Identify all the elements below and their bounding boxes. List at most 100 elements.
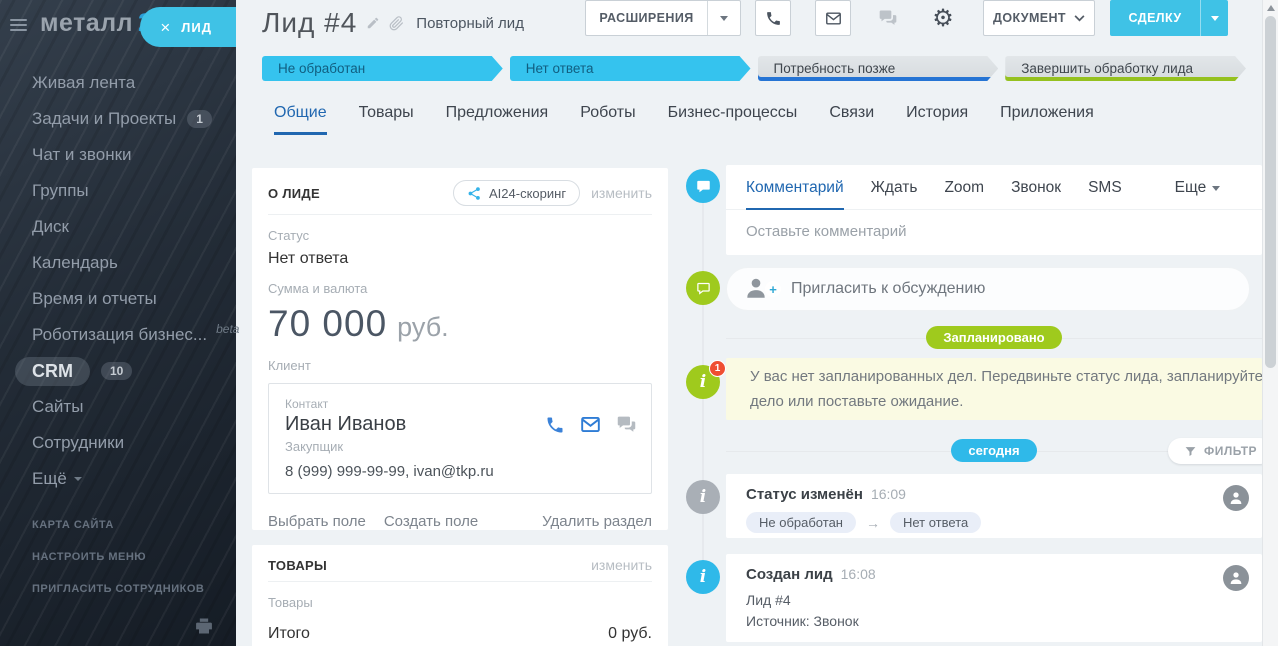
detail-tabs: Общие Товары Предложения Роботы Бизнес-п… xyxy=(274,104,1094,135)
scroll-up-arrow[interactable] xyxy=(1267,5,1275,11)
tab-robots[interactable]: Роботы xyxy=(580,104,635,135)
tab-sms[interactable]: SMS xyxy=(1088,179,1122,210)
chat-bubbles-icon[interactable] xyxy=(616,414,637,435)
invite-employees-link[interactable]: ПРИГЛАСИТЬ СОТРУДНИКОВ xyxy=(32,583,204,595)
notification-count-badge: 1 xyxy=(709,360,726,377)
envelope-icon[interactable] xyxy=(580,414,601,435)
timeline-composer-card: Комментарий Ждать Zoom Звонок SMS Еще Ос… xyxy=(726,165,1262,255)
call-button[interactable] xyxy=(755,0,791,36)
tab-more[interactable]: Еще xyxy=(1175,179,1221,210)
app-root: металл24 × ЛИД Живая лента Задачи и Прое… xyxy=(0,0,1278,646)
link-paperclip-icon[interactable] xyxy=(389,16,404,31)
amount-value[interactable]: 70 000 xyxy=(268,303,387,345)
created-event-icon: i xyxy=(686,560,720,594)
tab-bizproc[interactable]: Бизнес-процессы xyxy=(668,104,798,135)
composer-tabs: Комментарий Ждать Zoom Звонок SMS Еще xyxy=(726,165,1262,210)
entity-tag[interactable]: × ЛИД xyxy=(140,7,236,47)
edit-about-link[interactable]: изменить xyxy=(591,185,652,201)
tab-products[interactable]: Товары xyxy=(359,104,414,135)
extensions-dropdown[interactable] xyxy=(707,1,740,35)
close-icon[interactable]: × xyxy=(160,19,171,36)
sidebar-item-rpa[interactable]: Роботизация бизнес...beta xyxy=(0,317,236,353)
sitemap-link[interactable]: КАРТА САЙТА xyxy=(32,519,204,531)
delete-section-link[interactable]: Удалить раздел xyxy=(542,513,652,530)
event-time: 16:09 xyxy=(871,486,906,502)
edit-products-link[interactable]: изменить xyxy=(591,557,652,573)
email-button[interactable] xyxy=(815,0,851,36)
scroll-thumb[interactable] xyxy=(1265,16,1276,368)
menu-toggle-icon[interactable] xyxy=(10,19,27,31)
sidebar-item-calendar[interactable]: Календарь xyxy=(0,245,236,281)
discussion-icon xyxy=(686,271,720,305)
deal-dropdown[interactable] xyxy=(1200,0,1228,36)
invite-to-discussion[interactable]: + Пригласить к обсуждению xyxy=(726,267,1250,311)
tab-comment[interactable]: Комментарий xyxy=(746,179,844,210)
beta-label: beta xyxy=(216,322,239,336)
chat-bubble-icon xyxy=(696,281,711,296)
chat-bubbles-icon xyxy=(878,8,898,28)
messenger-button[interactable] xyxy=(869,0,907,36)
notice-info-icon: i 1 xyxy=(686,365,720,399)
tab-history[interactable]: История xyxy=(906,104,968,135)
tab-quotes[interactable]: Предложения xyxy=(446,104,549,135)
sidebar-item-groups[interactable]: Группы xyxy=(0,173,236,209)
select-field-link[interactable]: Выбрать поле xyxy=(268,513,366,530)
page-header: Лид #4 Повторный лид xyxy=(262,0,524,46)
timeline-filter-button[interactable]: ФИЛЬТР xyxy=(1168,438,1273,464)
document-button[interactable]: ДОКУМЕНТ xyxy=(983,0,1095,36)
contact-card[interactable]: Контакт Иван Иванов Закупщик 8 (999) 999… xyxy=(268,383,652,494)
repeat-lead-label[interactable]: Повторный лид xyxy=(416,15,524,32)
contact-info: 8 (999) 999-99-99, ivan@tkp.ru xyxy=(285,463,635,480)
comment-input[interactable]: Оставьте комментарий xyxy=(726,210,1262,253)
sidebar-item-employees[interactable]: Сотрудники xyxy=(0,425,236,461)
create-deal-button[interactable]: СДЕЛКУ xyxy=(1110,0,1228,36)
printer-icon[interactable] xyxy=(194,616,214,636)
today-badge[interactable]: сегодня xyxy=(951,439,1036,462)
sidebar-item-feed[interactable]: Живая лента xyxy=(0,65,236,101)
tab-zoom[interactable]: Zoom xyxy=(944,179,984,210)
arrow-right-icon: → xyxy=(866,515,880,531)
chevron-down-icon xyxy=(1074,15,1085,22)
about-card-header: О ЛИДЕ AI24-скоринг изменить xyxy=(252,168,668,214)
status-event-icon: i xyxy=(686,480,720,514)
create-field-link[interactable]: Создать поле xyxy=(384,513,478,530)
settings-button[interactable]: ⚙ xyxy=(925,0,961,36)
event-detail-line: Источник: Звонок xyxy=(746,611,1242,632)
sidebar-item-tasks[interactable]: Задачи и Проекты1 xyxy=(0,101,236,137)
ai-scoring-badge[interactable]: AI24-скоринг xyxy=(453,180,580,206)
sidebar-item-time[interactable]: Время и отчеты xyxy=(0,281,236,317)
tab-apps[interactable]: Приложения xyxy=(1000,104,1094,135)
client-field: Клиент xyxy=(252,345,668,373)
page-title: Лид #4 xyxy=(262,7,357,39)
products-card-header: ТОВАРЫ изменить xyxy=(252,545,668,581)
stage-finish-lead[interactable]: Завершить обработку лида xyxy=(1005,56,1246,81)
sidebar-item-crm[interactable]: CRM10 xyxy=(0,353,236,389)
edit-pencil-icon[interactable] xyxy=(366,16,380,30)
stage-not-processed[interactable]: Не обработан xyxy=(262,56,503,81)
tab-wait[interactable]: Ждать xyxy=(871,179,918,210)
event-title: Статус изменён xyxy=(746,486,863,503)
avatar[interactable] xyxy=(1223,565,1249,591)
extensions-button[interactable]: РАСШИРЕНИЯ xyxy=(585,0,741,36)
sidebar-item-chat[interactable]: Чат и звонки xyxy=(0,137,236,173)
scrollbar[interactable] xyxy=(1262,0,1278,646)
tab-links[interactable]: Связи xyxy=(829,104,874,135)
sidebar-item-disk[interactable]: Диск xyxy=(0,209,236,245)
sidebar-item-sites[interactable]: Сайты xyxy=(0,389,236,425)
field-links-row: Выбрать поле Создать поле Удалить раздел xyxy=(252,494,668,530)
stage-need-later[interactable]: Потребность позже xyxy=(758,56,999,81)
stage-no-answer[interactable]: Нет ответа xyxy=(510,56,751,81)
tab-call[interactable]: Звонок xyxy=(1011,179,1061,210)
phone-icon[interactable] xyxy=(545,415,565,435)
section-title: О ЛИДЕ xyxy=(268,186,453,201)
sidebar-footer: КАРТА САЙТА НАСТРОИТЬ МЕНЮ ПРИГЛАСИТЬ СО… xyxy=(32,519,204,595)
avatar[interactable] xyxy=(1223,485,1249,511)
sidebar-item-more[interactable]: Ещё xyxy=(0,461,236,497)
contact-actions xyxy=(545,414,637,435)
tab-general[interactable]: Общие xyxy=(274,104,327,135)
configure-menu-link[interactable]: НАСТРОИТЬ МЕНЮ xyxy=(32,551,204,563)
status-value[interactable]: Нет ответа xyxy=(268,250,652,268)
crm-count-badge: 10 xyxy=(101,362,132,380)
chevron-down-icon xyxy=(74,477,82,481)
lead-stage-bar: Не обработан Нет ответа Потребность позж… xyxy=(262,56,1246,81)
